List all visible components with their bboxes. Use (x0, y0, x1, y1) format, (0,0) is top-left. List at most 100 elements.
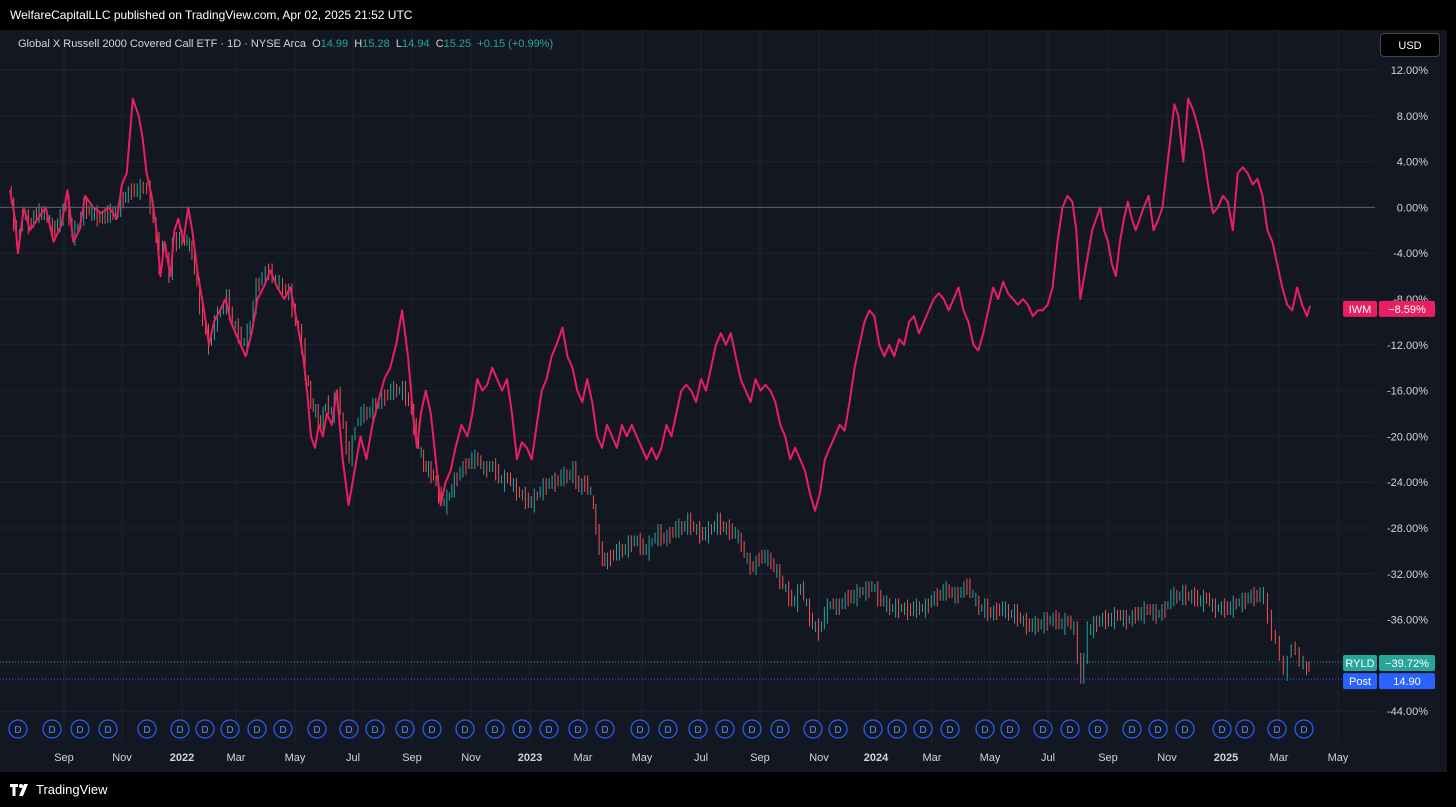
low-value: 14.94 (402, 38, 430, 50)
tradingview-logo-icon (10, 783, 28, 796)
dividend-marker[interactable]: D (512, 719, 532, 739)
dividend-label: D (345, 725, 352, 736)
dividend-label: D (809, 725, 816, 736)
x-tick-label: Nov (112, 752, 132, 764)
x-tick-label: Nov (809, 752, 829, 764)
dividend-marker[interactable]: D (863, 719, 883, 739)
dividend-marker[interactable]: D (307, 719, 327, 739)
y-tick-label: -36.00% (1387, 615, 1428, 627)
dividend-marker[interactable]: D (1294, 719, 1314, 739)
dividend-marker[interactable]: D (1033, 719, 1053, 739)
x-tick-label: Mar (227, 752, 246, 764)
ryld-price-label-name: RYLD (1345, 658, 1374, 670)
dividend-label: D (401, 725, 408, 736)
dividend-markers[interactable]: DDDDDDDDDDDDDDDDDDDDDDDDDDDDDDDDDDDDDDDD… (8, 719, 1314, 739)
change-value: +0.15 (+0.99%) (477, 38, 554, 50)
dividend-marker[interactable]: D (1000, 719, 1020, 739)
dividend-label: D (371, 725, 378, 736)
dividend-label: D (721, 725, 728, 736)
dividend-label: D (48, 725, 55, 736)
currency-button[interactable]: USD (1380, 33, 1440, 57)
y-tick-label: -20.00% (1387, 431, 1428, 443)
x-tick-label: 2022 (170, 752, 194, 764)
post-price-label-value: 14.90 (1393, 676, 1421, 688)
dividend-marker[interactable]: D (887, 719, 907, 739)
dividend-marker[interactable]: D (70, 719, 90, 739)
open-value: 14.99 (320, 38, 349, 50)
dividend-marker[interactable]: D (1175, 719, 1195, 739)
iwm-price-label-value: −8.59% (1388, 304, 1426, 316)
dividend-marker[interactable]: D (1060, 719, 1080, 739)
dividend-marker[interactable]: D (339, 719, 359, 739)
dividend-marker[interactable]: D (1088, 719, 1108, 739)
high-value: 15.28 (362, 38, 390, 50)
x-tick-label: Nov (1157, 752, 1177, 764)
x-tick-label: Sep (54, 752, 74, 764)
dividend-marker[interactable]: D (913, 719, 933, 739)
dividend-marker[interactable]: D (630, 719, 650, 739)
y-tick-label: -16.00% (1387, 386, 1428, 398)
dividend-label: D (1039, 725, 1046, 736)
close-value: 15.25 (443, 38, 472, 50)
dividend-marker[interactable]: D (975, 719, 995, 739)
reference-lines (0, 206, 1375, 680)
y-tick-label: -24.00% (1387, 477, 1428, 489)
iwm-series (9, 97, 1311, 512)
dividend-marker[interactable]: D (42, 719, 62, 739)
ryld-price-label-value: −39.72% (1385, 658, 1429, 670)
dividend-marker[interactable]: D (568, 719, 588, 739)
dividend-marker[interactable]: D (1122, 719, 1142, 739)
dividend-marker[interactable]: D (1235, 719, 1255, 739)
dividend-marker[interactable]: D (8, 719, 28, 739)
dividend-label: D (776, 725, 783, 736)
dividend-label: D (76, 725, 83, 736)
dividend-label: D (1154, 725, 1161, 736)
dividend-marker[interactable]: D (1267, 719, 1287, 739)
dividend-label: D (1181, 725, 1188, 736)
y-axis: 12.00%8.00%4.00%0.00%-4.00%-8.00%-12.00%… (1387, 65, 1428, 718)
dividend-label: D (601, 725, 608, 736)
x-tick-label: May (980, 752, 1001, 764)
dividend-label: D (313, 725, 320, 736)
x-axis: Sep Nov 2022 Mar May Jul Sep Nov 2023 Mar May Jul Se… (54, 752, 1349, 764)
dividend-marker[interactable]: D (137, 719, 157, 739)
dividend-marker[interactable]: D (422, 719, 442, 739)
dividend-label: D (834, 725, 841, 736)
dividend-marker[interactable]: D (1212, 719, 1232, 739)
dividend-marker[interactable]: D (595, 719, 615, 739)
dividend-marker[interactable]: D (273, 719, 293, 739)
dividend-marker[interactable]: D (485, 719, 505, 739)
dividend-label: D (1273, 725, 1280, 736)
x-tick-label: Mar (574, 752, 593, 764)
dividend-marker[interactable]: D (395, 719, 415, 739)
dividend-marker[interactable]: D (658, 719, 678, 739)
dividend-marker[interactable]: D (365, 719, 385, 739)
dividend-label: D (226, 725, 233, 736)
dividend-label: D (143, 725, 150, 736)
dividend-label: D (279, 725, 286, 736)
dividend-marker[interactable]: D (195, 719, 215, 739)
price-chart[interactable]: 12.00%8.00%4.00%0.00%-4.00%-8.00%-12.00%… (0, 0, 1456, 807)
dividend-marker[interactable]: D (98, 719, 118, 739)
dividend-marker[interactable]: D (1148, 719, 1168, 739)
dividend-label: D (981, 725, 988, 736)
symbol-legend[interactable]: Global X Russell 2000 Covered Call ETF ·… (18, 38, 553, 50)
dividend-marker[interactable]: D (770, 719, 790, 739)
dividend-label: D (919, 725, 926, 736)
dividend-marker[interactable]: D (940, 719, 960, 739)
dividend-marker[interactable]: D (539, 719, 559, 739)
dividend-label: D (574, 725, 581, 736)
tradingview-brand[interactable]: TradingView (10, 782, 108, 797)
dividend-marker[interactable]: D (247, 719, 267, 739)
x-tick-label: May (632, 752, 653, 764)
dividend-marker[interactable]: D (828, 719, 848, 739)
dividend-label: D (176, 725, 183, 736)
dividend-marker[interactable]: D (688, 719, 708, 739)
x-tick-label: 2023 (518, 752, 542, 764)
dividend-marker[interactable]: D (742, 719, 762, 739)
x-tick-label: May (285, 752, 306, 764)
post-price-label: Post 14.90 (1343, 673, 1435, 690)
dividend-marker[interactable]: D (715, 719, 735, 739)
footer-bar: TradingView (0, 772, 1456, 807)
dividend-marker[interactable]: D (170, 719, 190, 739)
